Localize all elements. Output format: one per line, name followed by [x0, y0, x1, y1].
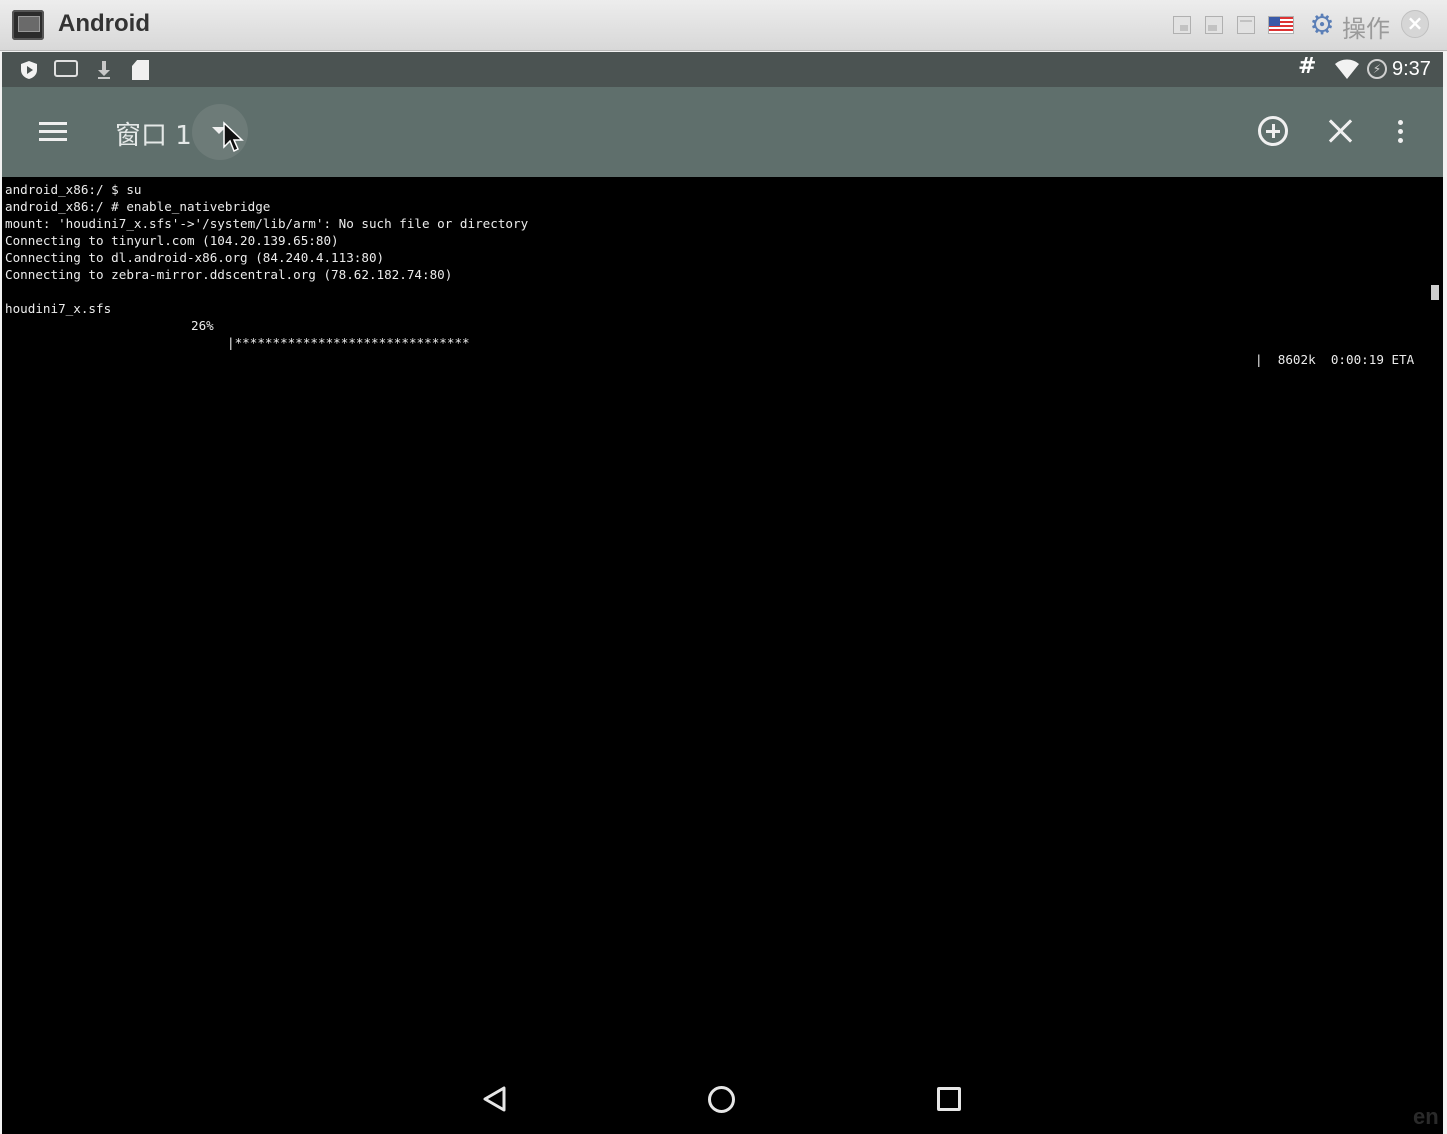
restore-icon[interactable] [1205, 16, 1223, 34]
terminal-line: Connecting to zebra-mirror.ddscentral.or… [5, 267, 453, 282]
ime-language-indicator: en [1413, 1104, 1439, 1129]
terminal-line: android_x86:/ # enable_nativebridge [5, 199, 271, 214]
terminal-line: Connecting to tinyurl.com (104.20.139.65… [5, 233, 339, 248]
terminal-toolbar: 窗口 1 [2, 87, 1443, 177]
more-icon[interactable] [1396, 120, 1404, 144]
window-tab-label[interactable]: 窗口 1 [115, 115, 192, 152]
app-icon [12, 10, 44, 40]
battery-charging-icon: ⚡ [1367, 59, 1387, 79]
progress-bar: |******************************* [227, 335, 470, 350]
wifi-icon [1335, 59, 1359, 79]
progress-stats: | 8602k 0:00:19 ETA [1255, 352, 1415, 367]
progress-percent: 26% [191, 318, 214, 333]
status-bar: # ⚡ 9:37 [2, 52, 1443, 87]
android-emulator-window: Android ⚙ 操作 × # ⚡ 9:37 窗口 1 android_x86… [0, 0, 1447, 1134]
home-icon[interactable] [708, 1086, 735, 1113]
gear-icon[interactable]: ⚙ [1307, 10, 1337, 40]
progress-filename: houdini7_x.sfs [5, 301, 112, 316]
text-cursor [1431, 285, 1439, 300]
shield-icon [21, 61, 37, 79]
root-hash-icon: # [1298, 54, 1317, 79]
action-menu-label[interactable]: 操作 [1342, 9, 1390, 44]
terminal-screen[interactable]: android_x86:/ $ su android_x86:/ # enabl… [2, 177, 1443, 1134]
terminal-line: mount: 'houdini7_x.sfs'->'/system/lib/ar… [5, 216, 529, 231]
minimize-icon[interactable] [1173, 16, 1191, 34]
terminal-line: Connecting to dl.android-x86.org (84.240… [5, 250, 385, 265]
maximize-icon[interactable] [1237, 16, 1255, 34]
debug-icon [54, 60, 78, 77]
window-titlebar: Android ⚙ 操作 × [0, 0, 1447, 51]
window-title: Android [58, 10, 150, 37]
mouse-cursor-icon [223, 121, 244, 153]
add-tab-icon[interactable] [1258, 116, 1288, 146]
status-time: 9:37 [1392, 58, 1431, 80]
download-icon [98, 61, 110, 79]
us-flag-icon[interactable] [1268, 16, 1294, 34]
recents-icon[interactable] [937, 1087, 961, 1111]
download-progress-line: houdini7_x.sfs 26% |********************… [5, 283, 1439, 367]
close-icon[interactable]: × [1401, 10, 1429, 38]
back-icon[interactable] [481, 1085, 509, 1113]
terminal-line: android_x86:/ $ su [5, 182, 142, 197]
menu-icon[interactable] [39, 121, 67, 143]
close-tab-icon[interactable] [1327, 117, 1355, 145]
sdcard-icon [132, 60, 149, 80]
terminal-output: android_x86:/ $ su android_x86:/ # enabl… [5, 181, 1439, 367]
